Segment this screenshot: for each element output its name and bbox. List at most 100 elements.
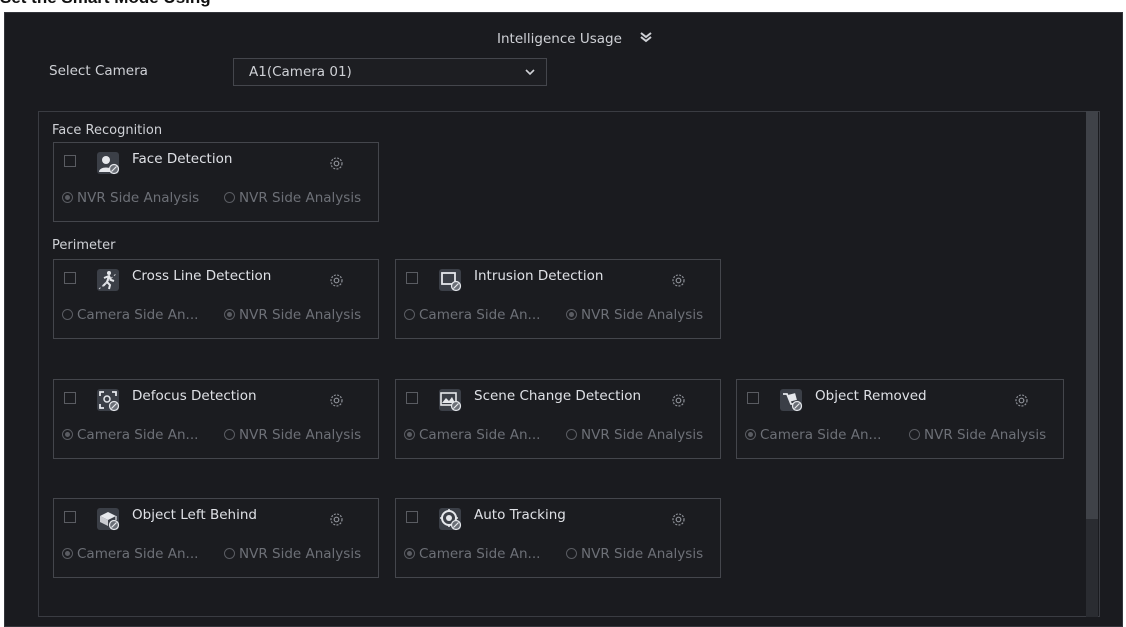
object-removed-name: Object Removed	[815, 388, 927, 404]
radio-icon	[62, 309, 73, 320]
object-left-option-1[interactable]: Camera Side An...	[62, 546, 198, 562]
gear-icon[interactable]	[328, 155, 345, 172]
radio-selected-icon	[566, 309, 577, 320]
intrusion-name: Intrusion Detection	[474, 268, 604, 284]
function-list: Face Recognition Face Detection NVR Side…	[38, 111, 1100, 617]
gear-icon[interactable]	[328, 392, 345, 409]
option-label: NVR Side Analysis	[924, 427, 1047, 443]
radio-selected-icon	[62, 192, 73, 203]
double-chevron-down-icon[interactable]	[638, 29, 654, 45]
auto-tracking-card: Auto Tracking Camera Side An... NVR Side…	[395, 498, 721, 578]
select-camera-label: Select Camera	[49, 63, 148, 79]
radio-selected-icon	[404, 548, 415, 559]
auto-tracking-option-1[interactable]: Camera Side An...	[404, 546, 540, 562]
option-label: Camera Side An...	[77, 427, 199, 443]
radio-icon	[566, 548, 577, 559]
chevron-down-icon	[525, 69, 535, 76]
option-label: NVR Side Analysis	[77, 190, 200, 206]
option-label: NVR Side Analysis	[581, 427, 704, 443]
panel-header: Intelligence Usage	[497, 31, 652, 47]
radio-selected-icon	[62, 429, 73, 440]
radio-selected-icon	[62, 548, 73, 559]
object-removed-icon	[780, 389, 803, 412]
radio-icon	[909, 429, 920, 440]
option-label: Camera Side An...	[77, 307, 199, 323]
face-detection-icon	[97, 152, 120, 175]
scene-change-option-1[interactable]: Camera Side An...	[404, 427, 540, 443]
defocus-checkbox[interactable]	[64, 392, 76, 404]
option-label: NVR Side Analysis	[581, 546, 704, 562]
object-left-behind-card: Object Left Behind Camera Side An... NVR…	[53, 498, 379, 578]
radio-icon	[224, 429, 235, 440]
intrusion-checkbox[interactable]	[406, 272, 418, 284]
gear-icon[interactable]	[670, 511, 687, 528]
auto-tracking-icon	[439, 508, 462, 531]
camera-dropdown[interactable]: A1(Camera 01)	[233, 58, 547, 86]
radio-icon	[566, 429, 577, 440]
cross-line-name: Cross Line Detection	[132, 268, 272, 284]
section-perimeter: Perimeter	[52, 238, 116, 253]
scene-change-option-2[interactable]: NVR Side Analysis	[566, 427, 703, 443]
object-removed-option-1[interactable]: Camera Side An...	[745, 427, 881, 443]
option-label: NVR Side Analysis	[239, 546, 362, 562]
intrusion-option-2[interactable]: NVR Side Analysis	[566, 307, 703, 323]
radio-selected-icon	[745, 429, 756, 440]
scene-change-checkbox[interactable]	[406, 392, 418, 404]
option-label: Camera Side An...	[760, 427, 882, 443]
panel-title: Intelligence Usage	[497, 31, 622, 47]
gear-icon[interactable]	[328, 272, 345, 289]
option-label: Camera Side An...	[419, 307, 541, 323]
defocus-name: Defocus Detection	[132, 388, 257, 404]
defocus-detection-card: Defocus Detection Camera Side An... NVR …	[53, 379, 379, 459]
face-detection-option-2[interactable]: NVR Side Analysis	[224, 190, 361, 206]
radio-icon	[224, 192, 235, 203]
object-left-option-2[interactable]: NVR Side Analysis	[224, 546, 361, 562]
option-label: NVR Side Analysis	[239, 427, 362, 443]
option-label: Camera Side An...	[419, 427, 541, 443]
intrusion-icon	[439, 269, 462, 292]
intrusion-option-1[interactable]: Camera Side An...	[404, 307, 540, 323]
intrusion-detection-card: Intrusion Detection Camera Side An... NV…	[395, 259, 721, 339]
gear-icon[interactable]	[670, 392, 687, 409]
auto-tracking-checkbox[interactable]	[406, 511, 418, 523]
intelligence-usage-panel: Intelligence Usage Select Camera A1(Came…	[4, 12, 1123, 627]
object-left-name: Object Left Behind	[132, 507, 257, 523]
face-detection-name: Face Detection	[132, 151, 233, 167]
camera-dropdown-value: A1(Camera 01)	[249, 64, 352, 80]
object-removed-checkbox[interactable]	[747, 392, 759, 404]
face-detection-option-1[interactable]: NVR Side Analysis	[62, 190, 199, 206]
radio-icon	[404, 309, 415, 320]
auto-tracking-option-2[interactable]: NVR Side Analysis	[566, 546, 703, 562]
radio-icon	[224, 548, 235, 559]
radio-selected-icon	[224, 309, 235, 320]
gear-icon[interactable]	[328, 511, 345, 528]
scene-change-icon	[439, 389, 462, 412]
cross-line-checkbox[interactable]	[64, 272, 76, 284]
object-left-checkbox[interactable]	[64, 511, 76, 523]
scene-change-name: Scene Change Detection	[474, 388, 642, 404]
defocus-icon	[97, 389, 120, 412]
defocus-option-1[interactable]: Camera Side An...	[62, 427, 198, 443]
scrollbar-thumb[interactable]	[1086, 111, 1098, 519]
cross-line-icon	[97, 269, 119, 291]
gear-icon[interactable]	[1013, 392, 1030, 409]
cross-line-option-1[interactable]: Camera Side An...	[62, 307, 198, 323]
cross-line-option-2[interactable]: NVR Side Analysis	[224, 307, 361, 323]
gear-icon[interactable]	[670, 272, 687, 289]
defocus-option-2[interactable]: NVR Side Analysis	[224, 427, 361, 443]
option-label: Camera Side An...	[77, 546, 199, 562]
option-label: NVR Side Analysis	[581, 307, 704, 323]
object-left-icon	[97, 508, 120, 531]
auto-tracking-name: Auto Tracking	[474, 507, 566, 523]
radio-selected-icon	[404, 429, 415, 440]
scene-change-detection-card: Scene Change Detection Camera Side An...…	[395, 379, 721, 459]
face-detection-checkbox[interactable]	[64, 155, 76, 167]
cross-line-detection-card: Cross Line Detection Camera Side An... N…	[53, 259, 379, 339]
option-label: NVR Side Analysis	[239, 307, 362, 323]
object-removed-card: Object Removed Camera Side An... NVR Sid…	[736, 379, 1064, 459]
section-face-recognition: Face Recognition	[52, 123, 163, 138]
object-removed-option-2[interactable]: NVR Side Analysis	[909, 427, 1046, 443]
option-label: NVR Side Analysis	[239, 190, 362, 206]
document-heading: Set the Smart Mode Using	[0, 0, 211, 8]
option-label: Camera Side An...	[419, 546, 541, 562]
